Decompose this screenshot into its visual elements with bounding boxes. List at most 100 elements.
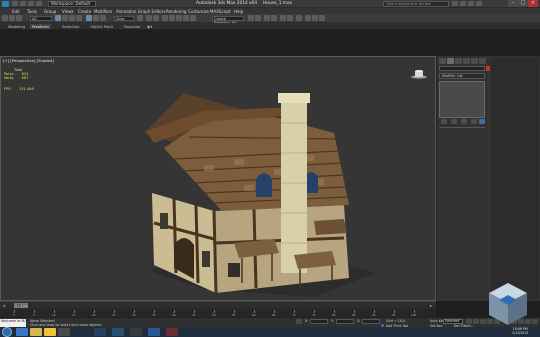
star-icon[interactable] (468, 1, 474, 6)
window-crossing-icon[interactable] (76, 15, 82, 21)
menu-edit[interactable]: Edit (12, 9, 20, 14)
menu-group[interactable]: Group (44, 9, 56, 14)
hierarchy-tab-icon[interactable] (455, 58, 462, 64)
z-coordinate-field[interactable] (362, 319, 380, 324)
utilities-tab-icon[interactable] (479, 58, 486, 64)
render-setup-icon[interactable] (305, 15, 311, 21)
save-file-icon[interactable] (28, 1, 34, 6)
ribbon-options-icon[interactable]: ◉▾ (145, 24, 154, 29)
maximize-button[interactable]: □ (518, 0, 528, 7)
select-object-icon[interactable] (55, 15, 61, 21)
app-taskbar-icon[interactable] (130, 328, 142, 336)
menu-graph-editors[interactable]: Graph Editors (138, 9, 165, 14)
go-to-start-icon[interactable] (466, 319, 472, 324)
tab-object-paint[interactable]: Object Paint (88, 24, 115, 29)
new-scene-icon[interactable] (12, 1, 18, 6)
start-button[interactable] (2, 327, 12, 337)
y-coordinate-field[interactable] (336, 319, 354, 324)
configure-modifier-sets-icon[interactable] (479, 119, 485, 124)
render-production-icon[interactable] (319, 15, 325, 21)
menu-tools[interactable]: Tools (27, 9, 37, 14)
open-file-icon[interactable] (20, 1, 26, 6)
display-tab-icon[interactable] (471, 58, 478, 64)
angle-snap-icon[interactable] (169, 15, 175, 21)
snaps-toggle-icon[interactable] (162, 15, 168, 21)
x-coordinate-field[interactable] (310, 319, 328, 324)
menu-customize[interactable]: Customize (188, 9, 209, 14)
motion-tab-icon[interactable] (463, 58, 470, 64)
perspective-viewport[interactable]: [+] [Perspective] [Shaded] Total Polys: … (0, 56, 436, 301)
modify-tab-icon[interactable] (447, 58, 454, 64)
pivot-center-icon[interactable] (137, 15, 143, 21)
lock-selection-icon[interactable] (296, 319, 302, 324)
keyboard-shortcut-icon[interactable] (153, 15, 159, 21)
menu-create[interactable]: Create (78, 9, 91, 14)
rendered-frame-window-icon[interactable] (312, 15, 318, 21)
maximize-viewport-icon[interactable] (532, 319, 538, 324)
viewport-label[interactable]: [+] [Perspective] [Shaded] (3, 58, 54, 63)
search-input[interactable]: Type a keyword or phrase (383, 1, 449, 7)
menu-maxscript[interactable]: MAXScript (210, 9, 231, 14)
schematic-view-icon[interactable] (287, 15, 293, 21)
menu-help[interactable]: Help (234, 9, 243, 14)
named-selection-icon[interactable] (190, 15, 196, 21)
align-icon[interactable] (255, 15, 261, 21)
previous-frame-icon[interactable] (473, 319, 479, 324)
select-manipulate-icon[interactable] (146, 15, 152, 21)
tab-selection[interactable]: Selection (60, 24, 82, 29)
workspace-dropdown[interactable]: Workspace: Default (48, 1, 96, 7)
select-and-rotate-icon[interactable] (93, 15, 99, 21)
tab-modeling[interactable]: Modeling (6, 24, 27, 29)
remove-modifier-icon[interactable] (471, 119, 477, 124)
undo-icon[interactable] (36, 1, 42, 6)
photoshop-taskbar-icon[interactable] (112, 328, 124, 336)
3dsmax-app-icon[interactable] (2, 1, 9, 7)
show-end-result-icon[interactable] (451, 119, 457, 124)
modifier-list-dropdown[interactable]: Modifier List (439, 73, 485, 79)
viewcube-icon[interactable] (410, 69, 428, 79)
track-bar[interactable]: 0 5 10 15 20 25 30 35 40 45 50 55 60 65 … (0, 309, 436, 317)
select-and-scale-icon[interactable] (100, 15, 106, 21)
chrome-taskbar-icon[interactable] (44, 328, 56, 336)
spinner-snap-icon[interactable] (183, 15, 189, 21)
redo-icon[interactable] (9, 15, 15, 21)
object-name-field[interactable] (439, 66, 485, 71)
infocenter-icon[interactable] (460, 1, 466, 6)
system-clock[interactable]: 10:09 PM 1/13/2015 (512, 327, 528, 336)
named-selection-set-dropdown[interactable]: Create Selection Se (212, 15, 244, 24)
select-by-name-icon[interactable] (62, 15, 68, 21)
prev-frame-icon[interactable]: ◂ (3, 303, 5, 308)
tab-populate[interactable]: Populate (122, 24, 143, 29)
help-icon[interactable] (476, 1, 482, 6)
graphite-modeling-icon[interactable] (271, 15, 277, 21)
minimize-button[interactable]: – (508, 0, 518, 7)
close-button[interactable]: × (528, 0, 538, 7)
modifier-stack[interactable] (439, 81, 485, 118)
create-tab-icon[interactable] (439, 58, 446, 64)
menu-views[interactable]: Views (62, 9, 74, 14)
menu-rendering[interactable]: Rendering (166, 9, 186, 14)
link-icon[interactable] (16, 15, 22, 21)
ie-taskbar-icon[interactable] (16, 328, 28, 336)
layer-manager-icon[interactable] (264, 15, 270, 21)
pin-stack-icon[interactable] (441, 119, 447, 124)
3dsmax-taskbar-icon[interactable] (94, 328, 106, 336)
app2-taskbar-icon[interactable] (166, 328, 178, 336)
play-icon[interactable] (480, 319, 486, 324)
explorer-taskbar-icon[interactable] (30, 328, 42, 336)
search-icon[interactable] (452, 1, 458, 6)
mirror-icon[interactable] (248, 15, 254, 21)
next-frame-icon[interactable]: ▸ (430, 303, 432, 308)
house-3d-model[interactable] (144, 93, 379, 298)
menu-animation[interactable]: Animation (116, 9, 136, 14)
media-taskbar-icon[interactable] (58, 328, 70, 336)
object-color-swatch[interactable] (486, 66, 490, 71)
menu-modifiers[interactable]: Modifiers (94, 9, 112, 14)
word-taskbar-icon[interactable] (148, 328, 160, 336)
select-and-move-icon[interactable] (86, 15, 92, 21)
material-editor-icon[interactable] (296, 15, 302, 21)
undo-icon[interactable] (2, 15, 8, 21)
percent-snap-icon[interactable] (176, 15, 182, 21)
time-slider[interactable]: 0 / 100 (14, 303, 28, 308)
make-unique-icon[interactable] (461, 119, 467, 124)
